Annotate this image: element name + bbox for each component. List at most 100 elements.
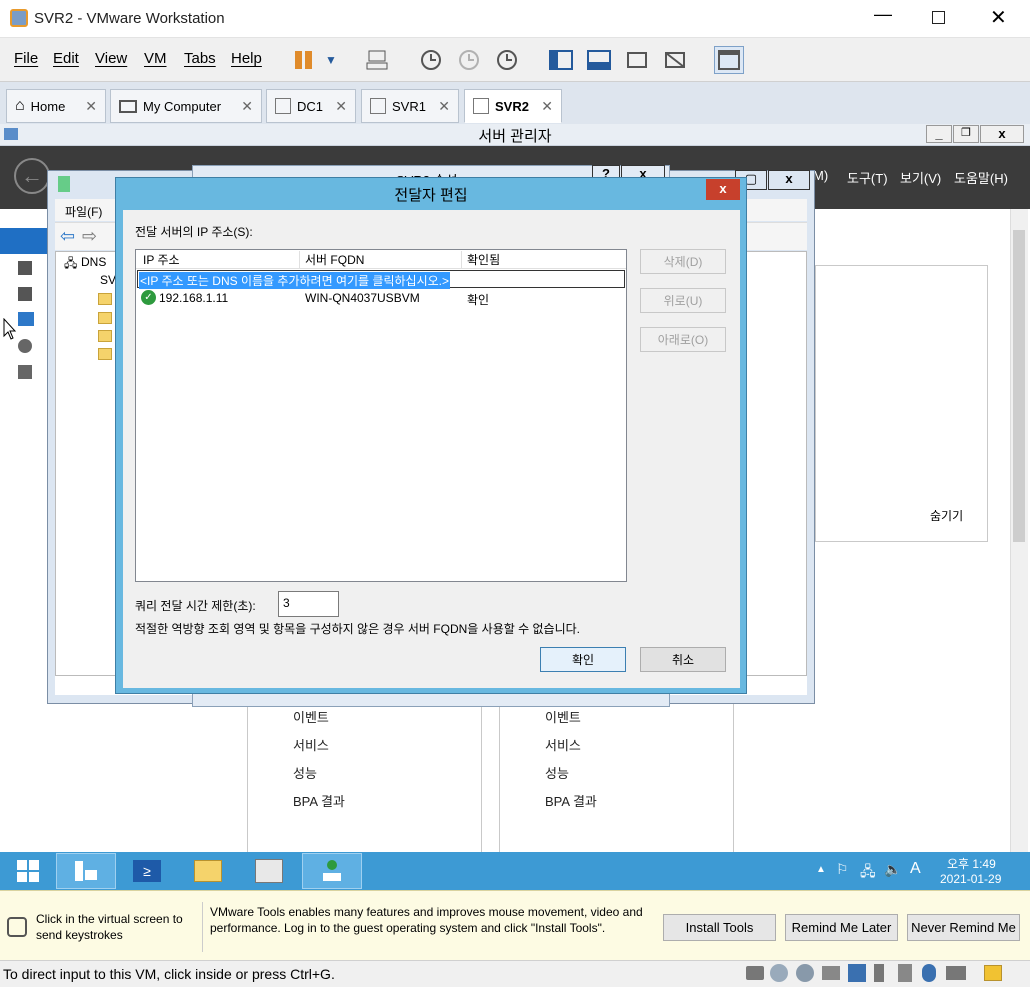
snapshot-manager-icon[interactable] — [492, 46, 522, 74]
row-fqdn[interactable]: WIN-QN4037USBVM — [305, 291, 420, 305]
tab-my-computer[interactable]: My Computer ✕ — [110, 89, 262, 123]
tile2-bpa[interactable]: BPA 결과 — [545, 791, 597, 810]
dns-file-menu[interactable]: 파일(F) — [65, 203, 102, 220]
install-tools-button[interactable]: Install Tools — [663, 914, 776, 941]
full-screen-icon[interactable] — [622, 46, 652, 74]
show-library-icon[interactable] — [546, 46, 576, 74]
bluetooth-icon[interactable] — [922, 964, 936, 982]
menu-edit[interactable]: Edit — [53, 50, 79, 67]
hide-link[interactable]: 숨기기 — [930, 507, 963, 524]
tile1-events[interactable]: 이벤트 — [293, 707, 329, 726]
usb-icon[interactable] — [874, 964, 884, 982]
sm-menu-view[interactable]: 보기(V) — [900, 168, 941, 187]
dns-close-button[interactable]: x — [768, 170, 810, 190]
tile1-services[interactable]: 서비스 — [293, 735, 329, 754]
delete-button[interactable]: 삭제(D) — [640, 249, 726, 274]
minimize-button[interactable]: — — [872, 4, 894, 32]
sm-menu-tools[interactable]: 도구(T) — [847, 168, 888, 187]
ime-icon[interactable]: A — [910, 860, 921, 878]
tile1-bpa[interactable]: BPA 결과 — [293, 791, 345, 810]
cd-dvd-icon[interactable] — [770, 964, 788, 982]
sm-menu-manage[interactable]: M) — [813, 168, 828, 183]
tab-close-icon[interactable]: ✕ — [335, 98, 347, 115]
server-manager-taskbar-icon[interactable] — [56, 853, 116, 889]
tray-expand-icon[interactable]: ▲ — [816, 864, 826, 875]
all-servers-icon[interactable] — [18, 287, 32, 301]
ad-ds-icon[interactable] — [18, 312, 34, 326]
never-remind-button[interactable]: Never Remind Me — [907, 914, 1020, 941]
tab-home[interactable]: ⌂ Home ✕ — [6, 89, 106, 123]
sm-close-button[interactable]: x — [980, 125, 1024, 143]
network-app-icon[interactable] — [239, 853, 299, 889]
flag-icon[interactable]: ⚐ — [836, 861, 849, 878]
file-services-icon[interactable] — [18, 365, 32, 379]
ok-button[interactable]: 확인 — [540, 647, 626, 672]
maximize-button[interactable] — [932, 11, 945, 24]
tray-time[interactable]: 오후 1:49 — [947, 855, 996, 872]
row-ip[interactable]: 192.168.1.11 — [159, 291, 228, 305]
move-up-button[interactable]: 위로(U) — [640, 288, 726, 313]
dns-role-icon[interactable] — [18, 339, 32, 353]
sound-card-icon[interactable] — [898, 964, 912, 982]
message-log-icon[interactable] — [984, 965, 1002, 981]
folder-icon[interactable] — [98, 293, 112, 305]
menu-tabs[interactable]: Tabs — [184, 50, 216, 67]
tab-svr2[interactable]: SVR2 ✕ — [464, 89, 562, 123]
folder-icon[interactable] — [98, 348, 112, 360]
tab-close-icon[interactable]: ✕ — [541, 98, 553, 115]
cancel-button[interactable]: 취소 — [640, 647, 726, 672]
tab-dc1[interactable]: DC1 ✕ — [266, 89, 356, 123]
add-entry-hint[interactable]: <IP 주소 또는 DNS 이름을 추가하려면 여기를 클릭하십시오.> — [139, 272, 450, 289]
tray-date[interactable]: 2021-01-29 — [940, 872, 1001, 886]
sm-scrollbar-thumb[interactable] — [1013, 230, 1025, 542]
tab-close-icon[interactable]: ✕ — [241, 98, 253, 115]
tree-dns-root[interactable]: DNS — [81, 255, 106, 269]
sm-menu-help[interactable]: 도움말(H) — [954, 168, 1008, 187]
volume-icon[interactable]: 🔈 — [884, 861, 901, 878]
network-adapter-icon[interactable] — [848, 964, 866, 982]
cd-dvd-2-icon[interactable] — [796, 964, 814, 982]
remind-later-button[interactable]: Remind Me Later — [785, 914, 898, 941]
nav-back-icon[interactable]: ⇦ — [60, 226, 75, 247]
folder-icon[interactable] — [98, 330, 112, 342]
back-icon[interactable]: ← — [14, 158, 50, 194]
console-view-icon[interactable] — [714, 46, 744, 74]
folder-icon[interactable] — [98, 312, 112, 324]
power-dropdown-icon[interactable]: ▼ — [316, 46, 346, 74]
sm-minimize-button[interactable]: _ — [926, 125, 952, 143]
network-icon[interactable]: 🖧 — [860, 861, 876, 885]
timeout-input[interactable]: 3 — [278, 591, 339, 617]
menu-help[interactable]: Help — [231, 50, 262, 67]
send-ctrl-alt-del-icon[interactable] — [362, 46, 392, 74]
tile2-performance[interactable]: 성능 — [545, 763, 569, 782]
col-ip[interactable]: IP 주소 — [143, 251, 180, 268]
menu-view[interactable]: View — [95, 50, 127, 67]
local-server-icon[interactable] — [18, 261, 32, 275]
hard-disk-icon[interactable] — [746, 966, 764, 980]
printer-icon[interactable] — [822, 966, 840, 980]
start-button[interactable] — [0, 853, 56, 889]
pause-icon[interactable] — [288, 46, 318, 74]
dialog-close-button[interactable]: x — [706, 179, 740, 200]
menu-file[interactable]: File — [14, 50, 38, 67]
col-fqdn[interactable]: 서버 FQDN — [305, 251, 364, 268]
tab-svr1[interactable]: SVR1 ✕ — [361, 89, 459, 123]
unity-icon[interactable] — [660, 46, 690, 74]
dns-manager-taskbar-icon[interactable] — [302, 853, 362, 889]
snapshot-icon[interactable] — [416, 46, 446, 74]
show-thumbnail-icon[interactable] — [584, 46, 614, 74]
row-verified[interactable]: 확인 — [467, 291, 489, 308]
nav-forward-icon[interactable]: ⇨ — [82, 226, 97, 247]
tree-server[interactable]: SV — [100, 273, 116, 287]
tile1-performance[interactable]: 성능 — [293, 763, 317, 782]
tab-close-icon[interactable]: ✕ — [85, 98, 97, 115]
tile2-services[interactable]: 서비스 — [545, 735, 581, 754]
col-verified[interactable]: 확인됨 — [467, 251, 500, 268]
close-button[interactable]: ✕ — [990, 5, 1007, 30]
display-icon[interactable] — [946, 966, 966, 980]
tab-close-icon[interactable]: ✕ — [438, 98, 450, 115]
tile2-events[interactable]: 이벤트 — [545, 707, 581, 726]
file-explorer-icon[interactable] — [178, 853, 238, 889]
menu-vm[interactable]: VM — [144, 50, 167, 67]
sm-nav-selected[interactable] — [0, 228, 48, 254]
